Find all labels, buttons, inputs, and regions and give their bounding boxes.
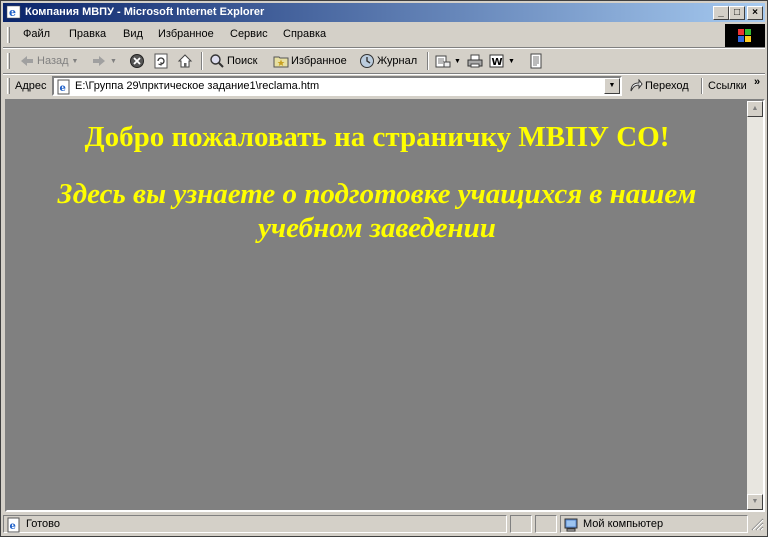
page-subheading: Здесь вы узнаете о подготовке учащихся в… xyxy=(7,177,747,245)
scroll-up-button[interactable]: ▲ xyxy=(747,101,763,117)
svg-text:e: e xyxy=(60,83,66,94)
my-computer-icon xyxy=(564,518,578,532)
word-edit-icon: W xyxy=(489,54,504,68)
svg-text:e: e xyxy=(9,6,16,19)
printer-icon xyxy=(467,54,483,68)
svg-text:e: e xyxy=(10,521,16,532)
go-label: Переход xyxy=(645,80,689,92)
home-button[interactable] xyxy=(177,51,193,71)
status-text: Готово xyxy=(26,518,60,530)
vertical-scrollbar[interactable]: ▲ ▼ xyxy=(747,101,763,510)
page-viewport: Добро пожаловать на страничку МВПУ СО! З… xyxy=(7,101,747,510)
refresh-button[interactable] xyxy=(153,51,169,71)
menu-grip[interactable] xyxy=(7,27,10,43)
address-grip[interactable] xyxy=(7,78,10,94)
menu-tools[interactable]: Сервис xyxy=(230,28,268,40)
address-dropdown-button[interactable]: ▼ xyxy=(604,78,620,94)
close-button[interactable]: × xyxy=(747,6,763,20)
history-label: Журнал xyxy=(377,55,418,67)
standard-toolbar: Назад ▼ ▼ Поиск Избранное Журнал ▼ W ▼ xyxy=(3,49,765,73)
discuss-button[interactable] xyxy=(528,51,544,71)
stop-icon xyxy=(130,54,144,68)
windows-flag-icon xyxy=(738,29,751,42)
search-icon xyxy=(210,54,224,68)
history-button[interactable]: Журнал xyxy=(359,51,417,71)
favorites-label: Избранное xyxy=(291,55,347,67)
go-button[interactable]: Переход xyxy=(629,77,689,95)
status-zone: Мой компьютер xyxy=(583,518,664,530)
back-button[interactable]: Назад ▼ xyxy=(19,51,78,71)
toolbar-divider xyxy=(201,52,203,70)
address-input[interactable]: e E:\Группа 29\прктическое задание1\recl… xyxy=(52,76,622,96)
menu-file[interactable]: Файл xyxy=(23,28,50,40)
edit-dropdown-icon[interactable]: ▼ xyxy=(508,58,515,65)
page-icon: e xyxy=(57,79,70,95)
status-zone-panel: Мой компьютер xyxy=(560,515,748,533)
mail-dropdown-icon[interactable]: ▼ xyxy=(454,58,461,65)
search-label: Поиск xyxy=(227,55,258,67)
print-button[interactable] xyxy=(467,51,483,71)
content-frame: Добро пожаловать на страничку МВПУ СО! З… xyxy=(5,99,765,512)
toolbar-divider-2 xyxy=(427,52,429,70)
status-bar: e Готово Мой компьютер xyxy=(3,514,765,534)
subheading-line-2: учебном заведении xyxy=(258,212,496,244)
address-value: E:\Группа 29\прктическое задание1\reclam… xyxy=(75,80,320,92)
browser-window: e Компания МВПУ - Microsoft Internet Exp… xyxy=(0,0,768,537)
subheading-line-1: Здесь вы узнаете о подготовке учащихся в… xyxy=(57,178,697,210)
page-done-icon: e xyxy=(7,517,20,533)
status-progress-panel xyxy=(510,515,532,533)
toolbar-grip[interactable] xyxy=(7,53,10,69)
edit-button[interactable]: W ▼ xyxy=(489,51,515,71)
back-dropdown-icon[interactable]: ▼ xyxy=(72,58,79,65)
minimize-button[interactable]: _ xyxy=(713,6,729,20)
window-title: Компания МВПУ - Microsoft Internet Explo… xyxy=(25,6,265,18)
throbber xyxy=(725,24,765,48)
maximize-button[interactable]: □ xyxy=(729,6,745,20)
menu-view[interactable]: Вид xyxy=(123,28,143,40)
mail-button[interactable]: ▼ xyxy=(435,51,461,71)
menu-help[interactable]: Справка xyxy=(283,28,326,40)
back-label: Назад xyxy=(37,55,69,67)
svg-text:W: W xyxy=(492,57,503,68)
menu-favorites[interactable]: Избранное xyxy=(158,28,214,40)
menu-edit[interactable]: Правка xyxy=(69,28,106,40)
status-main-panel: e Готово xyxy=(3,515,507,533)
go-arrow-icon xyxy=(630,79,643,92)
home-icon xyxy=(177,54,193,68)
links-button[interactable]: Ссылки xyxy=(708,80,747,92)
mail-icon xyxy=(435,55,451,68)
forward-arrow-icon xyxy=(93,56,105,66)
menu-bar: Файл Правка Вид Избранное Сервис Справка xyxy=(3,24,723,46)
stop-button[interactable] xyxy=(129,51,145,71)
forward-dropdown-icon[interactable]: ▼ xyxy=(110,58,117,65)
favorites-button[interactable]: Избранное xyxy=(273,51,347,71)
favorites-folder-icon xyxy=(273,56,289,68)
refresh-icon xyxy=(154,53,168,69)
search-button[interactable]: Поиск xyxy=(209,51,257,71)
history-icon xyxy=(360,54,374,68)
address-label: Адрес xyxy=(15,80,47,92)
ie-logo-icon: e xyxy=(6,5,21,19)
status-secure-panel xyxy=(535,515,557,533)
scroll-down-button[interactable]: ▼ xyxy=(747,494,763,510)
resize-grip-icon[interactable] xyxy=(751,518,764,531)
address-bar: Адрес e E:\Группа 29\прктическое задание… xyxy=(3,75,765,97)
back-arrow-icon xyxy=(21,56,33,66)
links-divider xyxy=(701,78,703,94)
document-icon xyxy=(530,53,542,69)
title-bar: e Компания МВПУ - Microsoft Internet Exp… xyxy=(3,3,765,22)
forward-button[interactable]: ▼ xyxy=(91,51,117,71)
links-chevron-icon[interactable]: » xyxy=(754,76,760,88)
page-heading: Добро пожаловать на страничку МВПУ СО! xyxy=(84,121,670,153)
